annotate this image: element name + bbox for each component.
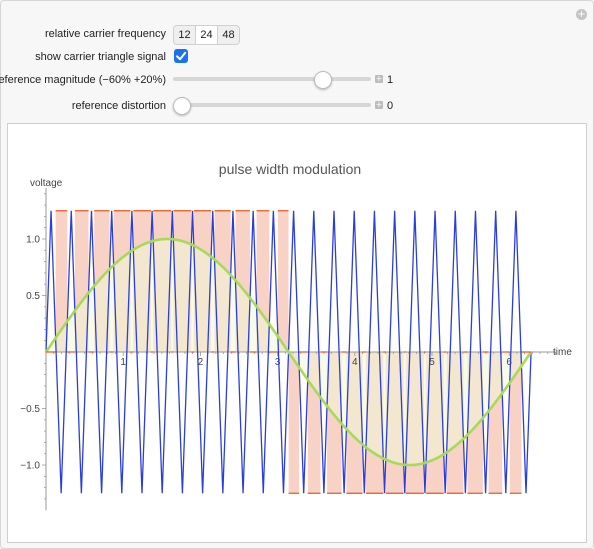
pwm-chart: 1 2 3 4 5 61.00.5−0.5−1.0 pulse width modulat…: [20, 161, 572, 511]
show-triangle-checkbox[interactable]: [174, 49, 188, 63]
distortion-label: reference distortion: [71, 100, 166, 112]
magnitude-expand-icon[interactable]: +: [375, 75, 383, 83]
distortion-slider-thumb[interactable]: [173, 97, 191, 115]
carrier-option-24[interactable]: 24: [195, 26, 218, 44]
magnitude-label: reference magnitude (−60% +20%): [0, 74, 166, 86]
app-frame: + relative carrier frequency 12 24 48 sh…: [0, 0, 594, 549]
y-tick-label: −0.5: [20, 404, 40, 415]
carrier-option-48[interactable]: 48: [218, 26, 239, 44]
distortion-slider-track[interactable]: [173, 103, 371, 107]
y-tick-label: 1.0: [26, 235, 40, 246]
chart-title: pulse width modulation: [219, 161, 361, 177]
x-tick-label: 4: [352, 357, 358, 368]
y-tick-label: 0.5: [26, 291, 40, 302]
magnitude-slider-track[interactable]: [173, 77, 371, 81]
x-axis-label: time: [553, 347, 572, 358]
show-triangle-label: show carrier triangle signal: [35, 51, 166, 63]
magnitude-slider-thumb[interactable]: [313, 71, 332, 89]
carrier-frequency-label: relative carrier frequency: [44, 28, 166, 40]
x-tick-label: 6: [506, 357, 512, 368]
plot-panel: 1 2 3 4 5 6 1.0 0.5 −0.5 −1.0 pulse width modulat…: [7, 123, 587, 543]
distortion-expand-icon[interactable]: +: [375, 101, 383, 109]
x-tick-label: 1: [120, 357, 126, 368]
y-axis-label: voltage: [30, 178, 63, 189]
pwm-pulse: [277, 210, 289, 352]
distortion-value: 0: [387, 100, 394, 112]
x-tick-label: 3: [275, 357, 281, 368]
y-tick-label: −1.0: [20, 461, 40, 472]
carrier-frequency-selector[interactable]: 12 24 48: [173, 25, 240, 45]
checkmark-icon: [176, 51, 187, 61]
magnitude-value: 1: [387, 74, 394, 86]
pwm-pulse: [288, 352, 300, 494]
carrier-option-12[interactable]: 12: [174, 26, 195, 44]
expand-icon[interactable]: +: [576, 9, 587, 20]
